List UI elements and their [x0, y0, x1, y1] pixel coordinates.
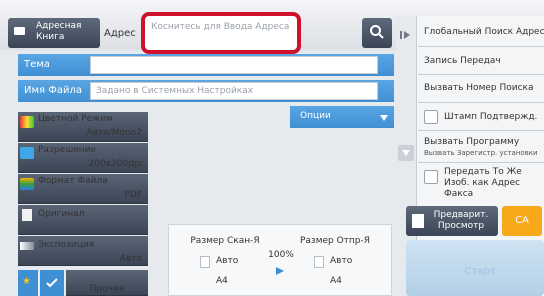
original-label: Оригинал	[38, 209, 85, 219]
scan-paper-icon	[200, 256, 210, 268]
divider	[418, 130, 544, 131]
color-mode-icon	[20, 116, 34, 128]
address-placeholder: Коснитесь для Ввода Адреса	[151, 22, 290, 32]
search-icon	[370, 25, 384, 39]
original-icon	[22, 209, 32, 221]
chevron-down-icon	[380, 115, 388, 121]
transmission-log-item[interactable]: Запись Передач	[424, 56, 544, 67]
subject-label: Тема	[24, 59, 50, 70]
send-paper-icon	[314, 256, 324, 268]
send-size-label: Размер Отпр-Я	[299, 236, 371, 246]
same-image-fax-checkbox[interactable]	[424, 170, 438, 184]
subject-input[interactable]	[90, 56, 378, 74]
call-search-number-item[interactable]: Вызвать Номер Поиска	[424, 83, 544, 94]
send-size-value: A4	[330, 276, 342, 286]
exposure-icon	[20, 242, 34, 250]
arrow-right-icon	[276, 267, 284, 275]
options-label: Опции	[300, 111, 331, 121]
call-program-item[interactable]: Вызвать Программу	[424, 137, 544, 148]
color-mode-value: Авто/Mono2	[86, 128, 142, 138]
file-format-label: Формат Файла	[38, 176, 108, 186]
chevron-down-icon	[402, 150, 410, 156]
exposure-label: Экспозиция	[38, 240, 95, 250]
other-label: Прочие	[89, 284, 125, 294]
filename-label: Имя Файла	[24, 85, 82, 96]
resolution-value: 200x200dpi	[88, 159, 142, 169]
resolution-icon	[20, 147, 34, 159]
divider	[418, 162, 544, 163]
address-label: Адрес	[104, 28, 136, 39]
scan-size-value: A4	[216, 276, 228, 286]
file-format-icon	[20, 178, 34, 190]
chevron-right-icon	[400, 31, 410, 39]
start-label: Старт	[464, 266, 496, 277]
verification-stamp-label: Штамп Подтвержд.	[444, 112, 538, 122]
divider	[418, 74, 544, 75]
address-book-icon	[14, 27, 25, 35]
divider	[418, 46, 544, 47]
exposure-value: Авто	[119, 254, 142, 264]
global-address-search-item[interactable]: Глобальный Поиск Адреса	[424, 27, 544, 38]
file-format-value: PDF	[124, 190, 142, 200]
scan-auto-label: Авто	[216, 256, 239, 266]
same-image-fax-label: Передать То Же Изоб. как Адрес Факса	[444, 167, 522, 199]
color-mode-label: Цветной Режим	[38, 114, 113, 124]
verification-stamp-checkbox[interactable]	[424, 110, 438, 124]
resolution-label: Разрешение	[38, 145, 97, 155]
preview-label: Предварит. Просмотр	[433, 210, 489, 231]
checkmark-icon	[46, 278, 58, 288]
scan-size-label: Размер Скан-Я	[190, 236, 260, 246]
filename-placeholder: Задано в Системных Настройках	[96, 86, 254, 96]
address-input[interactable]	[141, 12, 301, 54]
divider	[418, 102, 544, 103]
scale-percent: 100%	[268, 250, 294, 260]
call-registered-settings-subtitle: Вызвать Зарегистр. установки	[424, 149, 538, 157]
preview-icon	[412, 214, 424, 228]
ca-label: CA	[515, 215, 529, 226]
address-book-label: Адресная Книга	[36, 21, 82, 42]
star-icon: ★	[22, 276, 31, 287]
send-auto-label: Авто	[330, 256, 353, 266]
